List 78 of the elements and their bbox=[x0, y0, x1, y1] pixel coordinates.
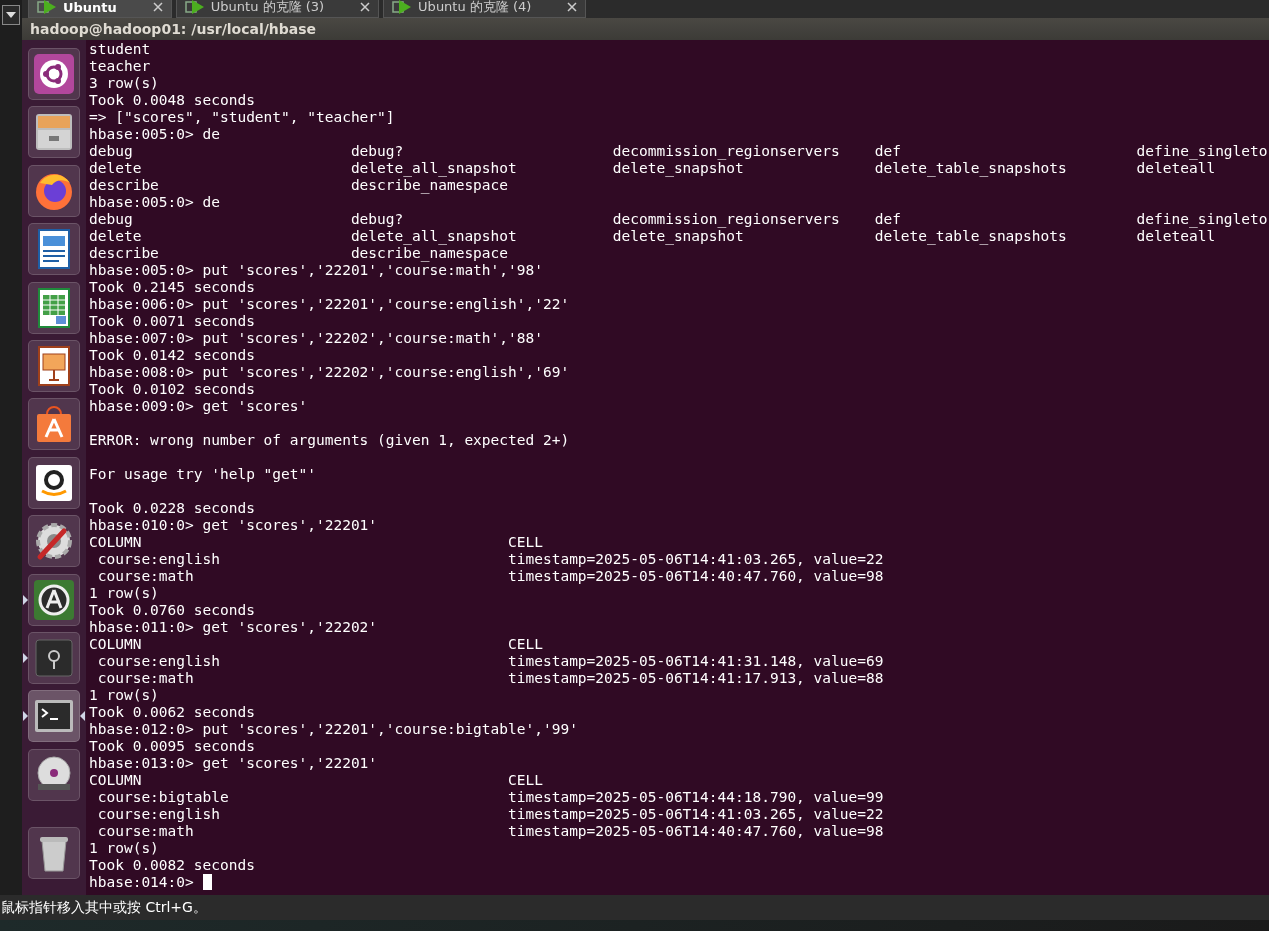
launcher-item[interactable] bbox=[28, 281, 80, 334]
terminal-line: 1 row(s) bbox=[89, 585, 159, 601]
terminal-line: course:math timestamp=2025-05-06T14:41:17.913, value=88 bbox=[96, 670, 884, 686]
terminal-line: Took 0.0062 seconds bbox=[89, 704, 255, 720]
launcher-item[interactable] bbox=[28, 690, 80, 743]
launcher-item[interactable] bbox=[28, 573, 80, 626]
terminal-line: COLUMN CELL bbox=[89, 772, 543, 788]
terminal-line: delete delete_all_snapshot delete_snapshot delete_table_snapshots deleteall bbox=[89, 228, 1216, 244]
terminal-line: course:math timestamp=2025-05-06T14:40:47.760, value=98 bbox=[96, 823, 884, 839]
terminal-line: For usage try 'help "get"' bbox=[89, 465, 316, 483]
terminal-line: describe describe_namespace bbox=[89, 245, 509, 261]
close-icon[interactable] bbox=[152, 2, 163, 12]
terminal-line: describe describe_namespace bbox=[89, 177, 509, 193]
terminal-line: hbase:011:0> get 'scores','22202' bbox=[89, 619, 378, 635]
running-indicator bbox=[23, 652, 28, 663]
launcher-item[interactable] bbox=[28, 456, 80, 509]
terminal-line: hbase:005:0> de bbox=[89, 194, 220, 210]
launcher-item[interactable] bbox=[28, 223, 80, 276]
terminal-line: hbase:010:0> get 'scores','22201' bbox=[89, 517, 378, 533]
terminal-line: hbase:005:0> put 'scores','22201','course:math','98' bbox=[89, 262, 543, 278]
terminal-line: course:english timestamp=2025-05-06T14:41:03.265, value=22 bbox=[96, 551, 884, 567]
close-icon[interactable] bbox=[360, 2, 371, 12]
launcher-item[interactable] bbox=[28, 748, 80, 801]
terminal-line: Took 0.0082 seconds bbox=[89, 857, 255, 873]
terminal-line: Took 0.0142 seconds bbox=[89, 347, 255, 363]
window-title: hadoop@hadoop01: /usr/local/hbase bbox=[22, 18, 1269, 40]
terminal-line: hbase:007:0> put 'scores','22202','course:math','88' bbox=[89, 330, 543, 346]
terminal-line: debug debug? decommission_regionservers def define_singleto bbox=[89, 143, 1268, 159]
terminal-line: hbase:012:0> put 'scores','22201','course:bigtable','99' bbox=[89, 721, 578, 737]
vm-icon bbox=[392, 0, 413, 15]
terminal-line: teacher bbox=[89, 58, 151, 74]
terminal-line: course:english timestamp=2025-05-06T14:41:31.148, value=69 bbox=[96, 653, 884, 669]
launcher-item[interactable] bbox=[28, 164, 80, 217]
tab[interactable]: Ubuntu bbox=[28, 0, 172, 18]
terminal-line: course:english timestamp=2025-05-06T14:41:03.265, value=22 bbox=[96, 806, 884, 822]
tab[interactable]: Ubuntu 的克隆 (4) bbox=[383, 0, 587, 18]
terminal-line: hbase:006:0> put 'scores','22201','course:english','22' bbox=[89, 296, 570, 312]
terminal-line: hbase:009:0> get 'scores' bbox=[89, 398, 308, 414]
terminal-line: hbase:008:0> put 'scores','22202','course:english','69' bbox=[89, 364, 570, 380]
dropdown-button[interactable] bbox=[2, 5, 20, 25]
running-indicator bbox=[23, 711, 28, 722]
vm-icon bbox=[184, 0, 205, 15]
tab[interactable]: Ubuntu 的克隆 (3) bbox=[175, 0, 380, 18]
terminal-line: Took 0.0760 seconds bbox=[89, 602, 255, 618]
terminal-line: 1 row(s) bbox=[89, 687, 159, 703]
terminal-line: Took 0.0048 seconds bbox=[89, 92, 255, 108]
ubuntu-logo-icon bbox=[32, 52, 76, 96]
terminal-line: hbase:013:0> get 'scores','22201' bbox=[89, 755, 378, 771]
launcher-item[interactable] bbox=[28, 515, 80, 568]
terminal-line: hbase:014:0> bbox=[89, 874, 195, 890]
terminal-line: course:bigtable timestamp=2025-05-06T14:44:18.790, value=99 bbox=[96, 789, 884, 805]
terminal-line: course:math timestamp=2025-05-06T14:40:47.760, value=98 bbox=[96, 568, 884, 584]
terminal-line: hbase:005:0> de bbox=[89, 126, 220, 142]
terminal-line: Took 0.2145 seconds bbox=[89, 279, 255, 295]
terminal-line: => ["scores", "student", "teacher"] bbox=[89, 109, 395, 125]
terminal-line: 1 row(s) bbox=[89, 840, 159, 856]
terminal-line: Took 0.0071 seconds bbox=[89, 313, 255, 329]
launcher-item[interactable] bbox=[28, 827, 80, 880]
terminal-line: Took 0.0228 seconds bbox=[89, 499, 255, 517]
running-indicator bbox=[23, 594, 28, 605]
terminal-line: delete delete_all_snapshot delete_snapshot delete_table_snapshots deleteall bbox=[89, 160, 1216, 176]
launcher-item[interactable] bbox=[28, 398, 80, 451]
close-icon[interactable] bbox=[567, 2, 578, 12]
caret-icon bbox=[6, 12, 16, 18]
launcher-item[interactable] bbox=[28, 339, 80, 392]
terminal-line: debug debug? decommission_regionservers def define_singleto bbox=[89, 211, 1268, 227]
launcher-item[interactable] bbox=[28, 106, 80, 159]
launcher-item[interactable] bbox=[28, 48, 80, 100]
terminal-line: COLUMN CELL bbox=[89, 636, 543, 652]
terminal-line: ERROR: wrong number of arguments (given 1, expected 2+) bbox=[89, 431, 570, 449]
terminal-line: Took 0.0102 seconds bbox=[89, 381, 255, 397]
terminal-line: 3 row(s) bbox=[89, 75, 159, 91]
terminal-line: Took 0.0095 seconds bbox=[89, 738, 255, 754]
launcher-item[interactable] bbox=[28, 631, 80, 684]
status-text: 鼠标指针移入其中或按 Ctrl+G。 bbox=[1, 898, 207, 917]
terminal-line: student bbox=[89, 41, 151, 57]
terminal-line: COLUMN CELL bbox=[89, 534, 543, 550]
vm-icon bbox=[37, 0, 57, 15]
